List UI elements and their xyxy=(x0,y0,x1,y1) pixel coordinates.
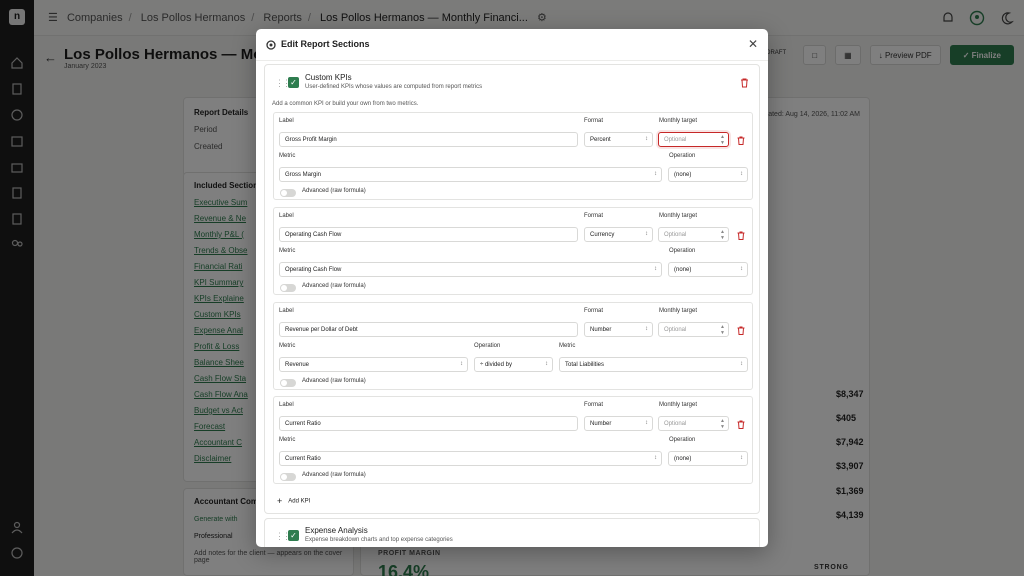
close-icon[interactable]: ✕ xyxy=(748,37,758,51)
operation-caption: Operation xyxy=(474,343,501,349)
kpi-card: Label Gross Profit Margin Format Percent Mon… xyxy=(273,112,753,200)
metric-caption: Metric xyxy=(279,248,296,254)
monthly-target-caption: Monthly target xyxy=(659,308,698,314)
trash-icon[interactable] xyxy=(737,136,745,145)
advanced-label: Advanced (raw formula) xyxy=(302,188,366,194)
stepper-icon[interactable]: ▲ ▼ xyxy=(720,418,725,430)
kpi-label-input[interactable]: Gross Profit Margin xyxy=(279,132,578,147)
operation-select[interactable]: (none) xyxy=(668,167,748,182)
format-caption: Format xyxy=(584,308,604,314)
expense-analysis-title: Expense Analysis xyxy=(305,526,368,535)
custom-kpis-title: Custom KPIs xyxy=(305,73,352,82)
custom-kpis-description: User-defined KPIs whose values are compu… xyxy=(305,84,483,90)
custom-kpis-checkbox[interactable]: ✓ xyxy=(288,77,299,88)
metric-caption: Metric xyxy=(279,437,296,443)
metric-select[interactable]: Gross Margin xyxy=(279,167,662,182)
format-select[interactable]: Number xyxy=(584,416,653,431)
advanced-toggle[interactable] xyxy=(280,379,296,387)
metric-select[interactable]: Revenue xyxy=(279,357,468,372)
gear-icon xyxy=(266,40,276,50)
format-caption: Format xyxy=(584,118,604,124)
metric-select[interactable]: Current Ratio xyxy=(279,451,662,466)
trash-icon[interactable] xyxy=(737,420,745,429)
operation-caption: Operation xyxy=(669,437,696,443)
custom-kpis-section: ⋮⋮ ✓ Custom KPIs User-defined KPIs whose… xyxy=(264,64,760,514)
metric-select[interactable]: Operating Cash Flow xyxy=(279,262,662,277)
drag-handle-icon[interactable]: ⋮⋮ xyxy=(275,531,291,542)
format-caption: Format xyxy=(584,213,604,219)
operation-caption: Operation xyxy=(669,248,696,254)
monthly-target-caption: Monthly target xyxy=(659,118,698,124)
kpi-label-input[interactable]: Revenue per Dollar of Debt xyxy=(279,322,578,337)
modal-header: Edit Report Sections ✕ xyxy=(256,29,768,61)
trash-icon[interactable] xyxy=(737,231,745,240)
add-kpi-button[interactable]: + Add KPI xyxy=(277,496,310,506)
operation-select[interactable]: (none) xyxy=(668,262,748,277)
stepper-icon[interactable]: ▲ ▼ xyxy=(720,324,725,336)
operation-select[interactable]: (none) xyxy=(668,451,748,466)
kpi-card: Label Operating Cash Flow Format Currency Mo… xyxy=(273,207,753,295)
operation-select[interactable]: ÷ divided by xyxy=(474,357,553,372)
metric-caption: Metric xyxy=(279,343,296,349)
modal-title: Edit Report Sections xyxy=(281,39,370,49)
modal-body: ⋮⋮ ✓ Custom KPIs User-defined KPIs whose… xyxy=(256,61,768,547)
operation-caption: Operation xyxy=(669,153,696,159)
monthly-target-input[interactable]: Optional xyxy=(658,322,729,337)
label-caption: Label xyxy=(279,213,294,219)
trash-icon[interactable] xyxy=(737,326,745,335)
monthly-target-input[interactable]: Optional xyxy=(658,416,729,431)
stepper-icon[interactable]: ▲ ▼ xyxy=(720,134,725,146)
metric2-caption: Metric xyxy=(559,343,576,349)
label-caption: Label xyxy=(279,402,294,408)
kpi-card: Label Revenue per Dollar of Debt Format Num… xyxy=(273,302,753,390)
advanced-toggle[interactable] xyxy=(280,284,296,292)
expense-analysis-description: Expense breakdown charts and top expense… xyxy=(305,537,453,543)
format-select[interactable]: Currency xyxy=(584,227,653,242)
advanced-label: Advanced (raw formula) xyxy=(302,472,366,478)
format-select[interactable]: Percent xyxy=(584,132,653,147)
metric2-select[interactable]: Total Liabilities xyxy=(559,357,748,372)
stepper-icon[interactable]: ▲ ▼ xyxy=(720,229,725,241)
label-caption: Label xyxy=(279,118,294,124)
monthly-target-caption: Monthly target xyxy=(659,213,698,219)
kpi-label-input[interactable]: Operating Cash Flow xyxy=(279,227,578,242)
format-caption: Format xyxy=(584,402,604,408)
advanced-toggle[interactable] xyxy=(280,473,296,481)
edit-report-sections-modal: Edit Report Sections ✕ ⋮⋮ ✓ Custom KPIs … xyxy=(256,29,768,547)
kpi-label-input[interactable]: Current Ratio xyxy=(279,416,578,431)
advanced-label: Advanced (raw formula) xyxy=(302,378,366,384)
monthly-target-caption: Monthly target xyxy=(659,402,698,408)
expense-analysis-section: ⋮⋮ ✓ Expense Analysis Expense breakdown … xyxy=(264,518,760,547)
custom-kpis-hint: Add a common KPI or build your own from … xyxy=(272,101,419,107)
trash-icon[interactable] xyxy=(740,78,749,88)
monthly-target-input[interactable]: Optional xyxy=(658,227,729,242)
label-caption: Label xyxy=(279,308,294,314)
advanced-toggle[interactable] xyxy=(280,189,296,197)
monthly-target-input[interactable]: Optional xyxy=(658,132,729,147)
advanced-label: Advanced (raw formula) xyxy=(302,283,366,289)
metric-caption: Metric xyxy=(279,153,296,159)
expense-analysis-checkbox[interactable]: ✓ xyxy=(288,530,299,541)
kpi-card: Label Current Ratio Format Number Monthly ta… xyxy=(273,396,753,484)
format-select[interactable]: Number xyxy=(584,322,653,337)
drag-handle-icon[interactable]: ⋮⋮ xyxy=(275,78,291,89)
plus-icon: + xyxy=(277,496,283,506)
